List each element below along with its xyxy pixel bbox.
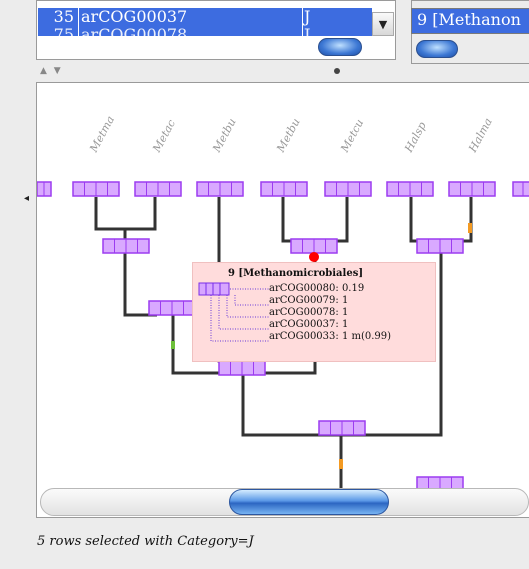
tooltip-line: arCOG00078: 1	[269, 307, 349, 318]
leaf-label: Metac	[150, 117, 178, 155]
leaf-label: Halsp	[402, 120, 429, 156]
leaf-node-box[interactable]	[72, 181, 120, 197]
node-tooltip: 9 [Methanomicrobiales] arCOG00080: 0.19 …	[192, 262, 436, 362]
leaf-label: Metma	[87, 114, 117, 156]
row-category[interactable]: J	[304, 26, 310, 44]
leaf-node-box[interactable]	[196, 181, 244, 197]
internal-node-box[interactable]	[290, 238, 338, 254]
row-arcog-name[interactable]: arCOG00037	[81, 8, 187, 26]
internal-node-box[interactable]	[148, 300, 196, 316]
leaf-node-box[interactable]	[37, 181, 52, 197]
status-text: 5 rows selected with Category=J	[37, 534, 254, 549]
row-number[interactable]: 75	[40, 26, 74, 44]
leaf-node-box[interactable]	[448, 181, 496, 197]
panel-marker-icon: ◂	[24, 193, 30, 204]
leaf-label: Metbu	[274, 116, 303, 155]
tree-scroll-thumb[interactable]	[229, 489, 389, 515]
leaf-node-box[interactable]	[324, 181, 372, 197]
select-scroll-thumb[interactable]	[416, 40, 458, 58]
row-number[interactable]: 35	[40, 8, 74, 26]
leaf-label: Metbu	[210, 116, 239, 155]
triangle-down-icon[interactable]: ▼	[372, 12, 394, 36]
splitter-arrows-icon[interactable]: ▲ ▼	[40, 66, 63, 76]
tooltip-line: arCOG00037: 1	[269, 319, 349, 330]
column-divider	[78, 8, 79, 36]
leaf-node-box[interactable]	[260, 181, 308, 197]
tree-branch	[94, 197, 157, 231]
leaf-node-box[interactable]	[512, 181, 529, 197]
internal-node-box[interactable]	[102, 238, 150, 254]
list-scroll-thumb[interactable]	[318, 38, 362, 56]
tree-branch	[409, 197, 473, 243]
leaf-node-box[interactable]	[386, 181, 434, 197]
selected-node-dot[interactable]	[309, 252, 319, 262]
internal-node-box[interactable]	[218, 360, 266, 376]
tooltip-line: arCOG00033: 1 m(0.99)	[269, 331, 392, 342]
row-arcog-name[interactable]: arCOG00078	[81, 26, 187, 44]
internal-node-box[interactable]	[318, 420, 366, 436]
branch-marker	[339, 459, 343, 469]
splitter-handle[interactable]	[334, 68, 340, 74]
leaf-label: Metcu	[338, 117, 367, 155]
tooltip-line: arCOG00079: 1	[269, 295, 349, 306]
column-divider	[302, 8, 303, 36]
leaf-node-box[interactable]	[134, 181, 182, 197]
branch-marker	[171, 341, 175, 349]
tooltip-title: 9 [Methanomicrobiales]	[227, 268, 364, 279]
row-category[interactable]: J	[304, 8, 310, 26]
tree-branch	[281, 197, 349, 243]
tooltip-connector-lines	[198, 282, 269, 342]
branch-marker	[468, 223, 472, 233]
leaf-label: Halma	[466, 116, 495, 155]
tooltip-line: arCOG00080: 0.19	[269, 283, 365, 294]
internal-node-box[interactable]	[416, 238, 464, 254]
clade-select-value[interactable]: 9 [Methanon	[417, 10, 521, 29]
gene-box[interactable]	[512, 181, 529, 197]
